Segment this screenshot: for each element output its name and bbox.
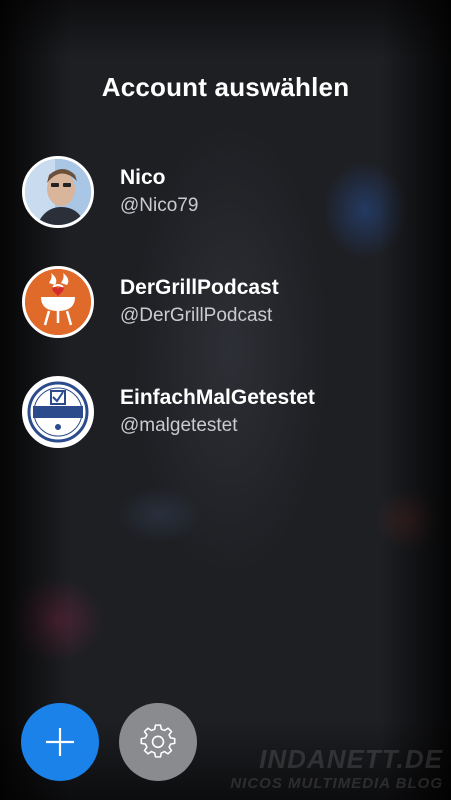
watermark-line-1: INDANETT.DE [259,744,443,774]
plus-icon [46,728,74,756]
avatar-nico [22,156,94,228]
account-item-nico[interactable]: Nico @Nico79 [22,153,422,231]
account-item-einfachmalgetestet[interactable]: EinfachMalGetestet @malgetestet [22,373,422,451]
account-name: Nico [120,166,166,189]
account-name: DerGrillPodcast [120,276,279,299]
add-account-button[interactable] [21,703,99,781]
watermark-line-2: NICOS MULTIMEDIA BLOG [230,775,443,792]
account-item-dergrillpodcast[interactable]: DerGrillPodcast @DerGrillPodcast [22,263,422,341]
gear-icon [140,724,176,758]
person-photo-avatar-icon [25,159,91,225]
avatar-dergrillpodcast [22,266,94,338]
watermark: INDANETT.DE NICOS MULTIMEDIA BLOG [230,744,443,792]
page-title: Account auswählen [101,72,350,102]
account-handle: @malgetestet [120,415,238,436]
einfach-mal-getestet-seal-icon [26,380,90,444]
settings-button[interactable] [119,703,197,781]
account-name: EinfachMalGetestet [120,386,315,409]
avatar-einfachmalgetestet [22,376,94,448]
grill-heart-logo-icon [25,269,91,335]
account-handle: @Nico79 [120,195,199,216]
account-handle: @DerGrillPodcast [120,305,273,326]
